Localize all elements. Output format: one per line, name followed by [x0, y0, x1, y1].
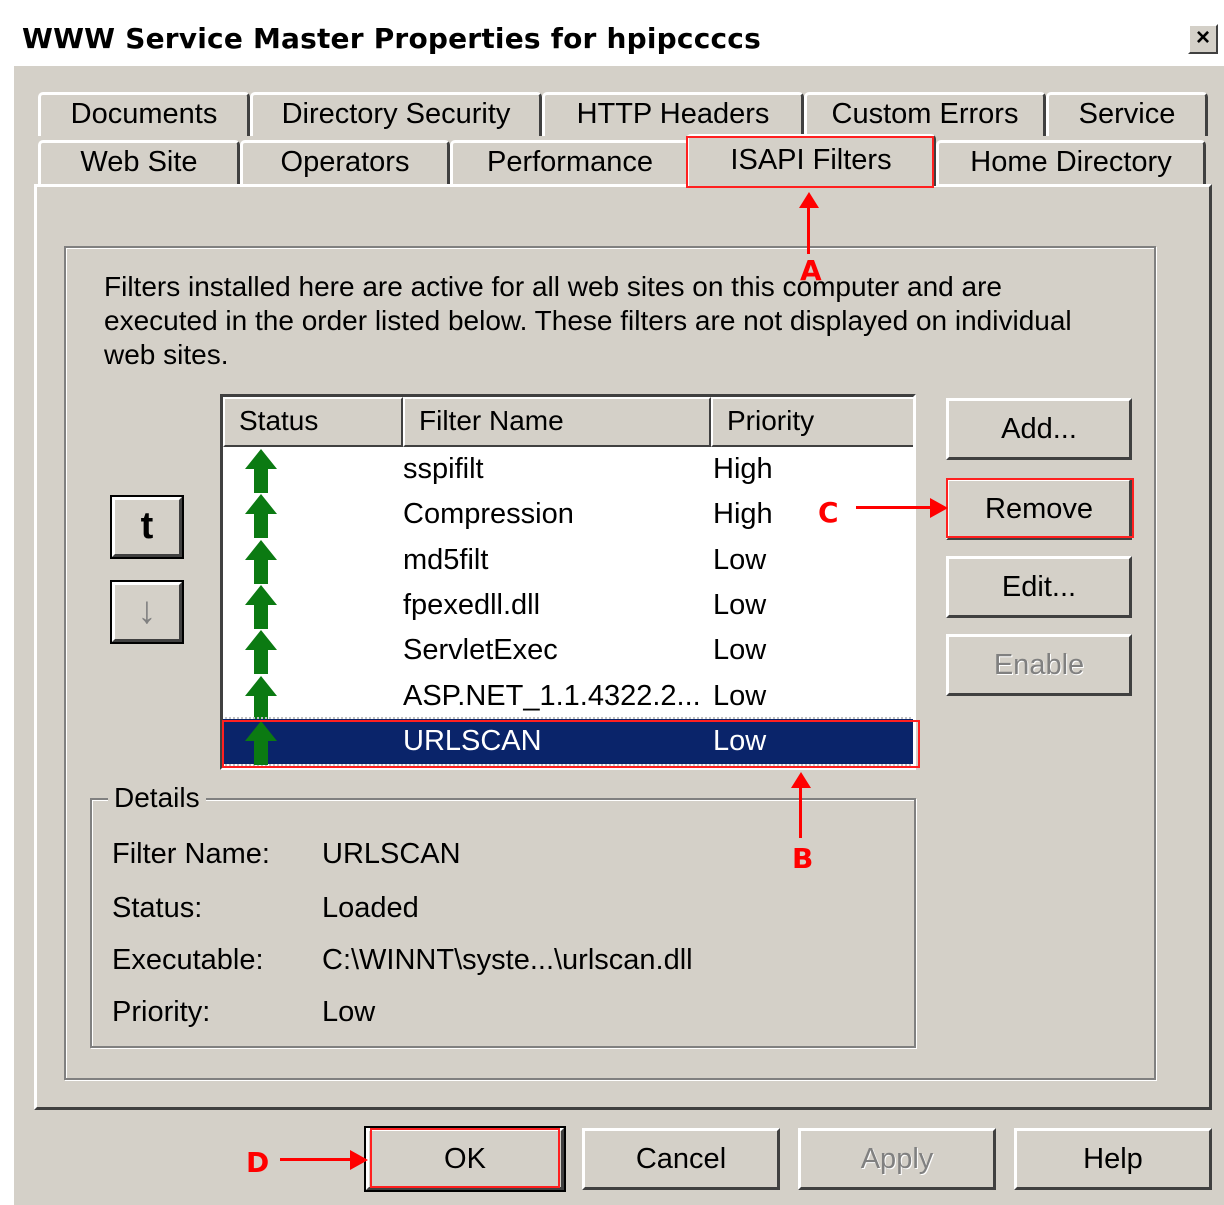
button-label: Add... — [1001, 413, 1077, 445]
table-row[interactable]: fpexedll.dll Low — [223, 583, 913, 629]
tab-label: Directory Security — [281, 98, 511, 130]
annotation-arrowhead-b — [791, 772, 811, 788]
annotation-line-d — [280, 1158, 356, 1161]
tab-documents[interactable]: Documents — [38, 92, 250, 136]
filter-name-cell: ServletExec — [403, 634, 558, 667]
annotation-label-a: A — [800, 254, 822, 287]
filter-name-cell: sspifilt — [403, 453, 484, 485]
tab-label: Operators — [280, 146, 410, 178]
tab-service[interactable]: Service — [1046, 92, 1208, 136]
down-arrow-icon: ↓ — [137, 590, 157, 632]
table-row[interactable]: md5filt Low — [223, 538, 913, 584]
remove-button[interactable]: Remove — [946, 478, 1132, 540]
table-row[interactable]: ASP.NET_1.1.4322.2... Low — [223, 674, 913, 720]
close-icon[interactable]: × — [1188, 24, 1218, 54]
column-header-priority[interactable]: Priority — [711, 397, 913, 447]
annotation-arrowhead-d — [350, 1150, 368, 1170]
enable-button[interactable]: Enable — [946, 634, 1132, 696]
priority-cell: Low — [713, 724, 767, 757]
button-label: Remove — [985, 493, 1093, 525]
detail-executable-value: C:\WINNT\syste...\urlscan.dll — [322, 944, 693, 976]
button-label: Edit... — [1001, 571, 1077, 603]
button-label: Apply — [860, 1143, 934, 1175]
up-arrow-icon: t — [140, 505, 154, 547]
loaded-arrow-icon — [245, 539, 277, 584]
detail-status-label: Status: — [112, 892, 203, 924]
filter-name-cell: Compression — [403, 498, 574, 531]
move-up-button[interactable]: t — [110, 495, 184, 559]
tab-label: Home Directory — [970, 146, 1172, 178]
tab-directory-security[interactable]: Directory Security — [250, 92, 542, 136]
tab-operators[interactable]: Operators — [240, 140, 450, 184]
tab-performance[interactable]: Performance — [450, 140, 690, 184]
filter-name-cell: URLSCAN — [403, 724, 542, 757]
detail-filter-name-value: URLSCAN — [322, 838, 461, 870]
detail-filter-name-label: Filter Name: — [112, 838, 270, 870]
window-title: WWW Service Master Properties for hpipcc… — [22, 22, 761, 55]
button-label: Help — [1083, 1143, 1143, 1175]
detail-status-value: Loaded — [322, 892, 419, 924]
tab-label: Custom Errors — [831, 98, 1019, 130]
table-row[interactable]: Compression High — [223, 492, 913, 539]
loaded-arrow-icon — [245, 494, 277, 539]
button-label: Enable — [993, 649, 1085, 681]
tab-label: Service — [1078, 98, 1176, 130]
add-button[interactable]: Add... — [946, 398, 1132, 460]
annotation-line-a — [807, 204, 810, 254]
tab-label: Web Site — [80, 146, 198, 178]
annotation-arrowhead-a — [799, 192, 819, 208]
filter-name-cell: md5filt — [403, 543, 489, 576]
tab-web-site[interactable]: Web Site — [38, 140, 240, 184]
table-row[interactable]: URLSCAN Low — [223, 716, 913, 766]
filter-list[interactable]: Status Filter Name Priority sspifilt High… — [220, 394, 916, 770]
button-label: Cancel — [635, 1143, 727, 1175]
loaded-arrow-icon — [245, 449, 277, 493]
filters-description: Filters installed here are active for al… — [104, 271, 1072, 370]
detail-executable-label: Executable: — [112, 944, 264, 976]
tab-custom-errors[interactable]: Custom Errors — [804, 92, 1046, 136]
tab-label: HTTP Headers — [576, 98, 770, 130]
priority-cell: Low — [713, 679, 767, 712]
column-header-status[interactable]: Status — [223, 397, 403, 447]
filter-name-cell: fpexedll.dll — [403, 588, 541, 621]
table-row[interactable]: sspifilt High — [223, 447, 913, 493]
loaded-arrow-icon — [245, 584, 277, 629]
annotation-line-c — [856, 506, 936, 509]
annotation-label-c: C — [818, 496, 839, 529]
tab-label: ISAPI Filters — [730, 144, 892, 176]
tab-isapi-filters[interactable]: ISAPI Filters — [686, 134, 936, 186]
annotation-label-d: D — [246, 1146, 270, 1179]
tab-home-directory[interactable]: Home Directory — [936, 140, 1206, 184]
filter-name-cell: ASP.NET_1.1.4322.2... — [403, 679, 701, 712]
table-row[interactable]: ServletExec Low — [223, 628, 913, 675]
edit-button[interactable]: Edit... — [946, 556, 1132, 618]
help-button[interactable]: Help — [1014, 1128, 1212, 1190]
tab-label: Documents — [70, 98, 218, 130]
priority-cell: Low — [713, 634, 767, 667]
ok-button[interactable]: OK — [364, 1126, 566, 1192]
details-legend: Details — [108, 782, 206, 814]
apply-button[interactable]: Apply — [798, 1128, 996, 1190]
tab-http-headers[interactable]: HTTP Headers — [542, 92, 804, 136]
detail-priority-value: Low — [322, 996, 376, 1028]
priority-cell: Low — [713, 543, 767, 576]
cancel-button[interactable]: Cancel — [582, 1128, 780, 1190]
loaded-arrow-icon — [245, 630, 277, 675]
detail-priority-label: Priority: — [112, 996, 211, 1028]
button-label: OK — [444, 1143, 486, 1175]
loaded-arrow-icon — [245, 675, 277, 720]
annotation-label-b: B — [792, 842, 814, 875]
title-bar: WWW Service Master Properties for hpipcc… — [14, 10, 1224, 66]
annotation-arrowhead-c — [930, 498, 948, 518]
annotation-line-b — [799, 786, 802, 838]
priority-cell: High — [713, 453, 773, 485]
priority-cell: Low — [713, 588, 767, 621]
move-down-button[interactable]: ↓ — [110, 580, 184, 644]
tab-label: Performance — [486, 146, 653, 178]
column-header-filter-name[interactable]: Filter Name — [403, 397, 711, 447]
details-group — [90, 798, 916, 1048]
priority-cell: High — [713, 498, 773, 531]
loaded-arrow-icon — [245, 720, 277, 765]
